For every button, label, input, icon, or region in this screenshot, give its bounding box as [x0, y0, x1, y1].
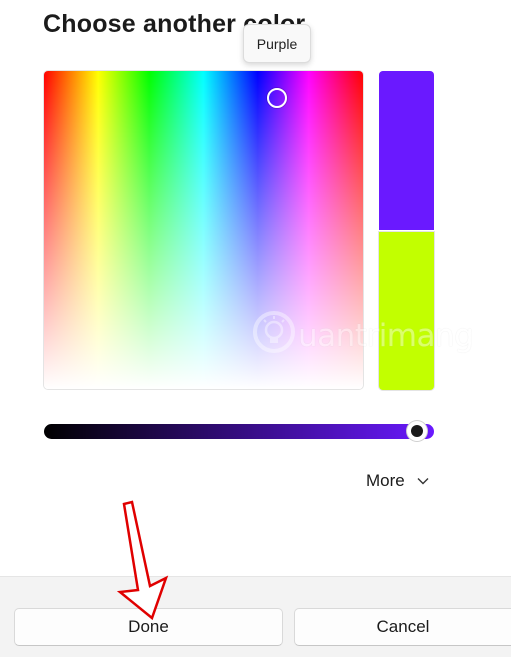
more-button-label: More	[366, 471, 405, 490]
chevron-down-icon	[417, 478, 429, 485]
brightness-slider[interactable]	[44, 424, 434, 439]
color-picker-dialog: Choose another color Purple uantrimang M…	[0, 0, 511, 657]
color-spectrum[interactable]	[44, 71, 363, 389]
done-button[interactable]: Done	[14, 608, 283, 646]
spectrum-selector-handle[interactable]	[267, 88, 287, 108]
cancel-button[interactable]: Cancel	[294, 608, 511, 646]
more-button[interactable]: More	[357, 466, 443, 496]
original-color-preview	[379, 232, 434, 390]
slider-thumb-dot	[411, 425, 423, 437]
brightness-slider-thumb[interactable]	[407, 421, 427, 441]
color-name-tooltip: Purple	[243, 24, 311, 63]
new-color-preview	[379, 71, 434, 230]
